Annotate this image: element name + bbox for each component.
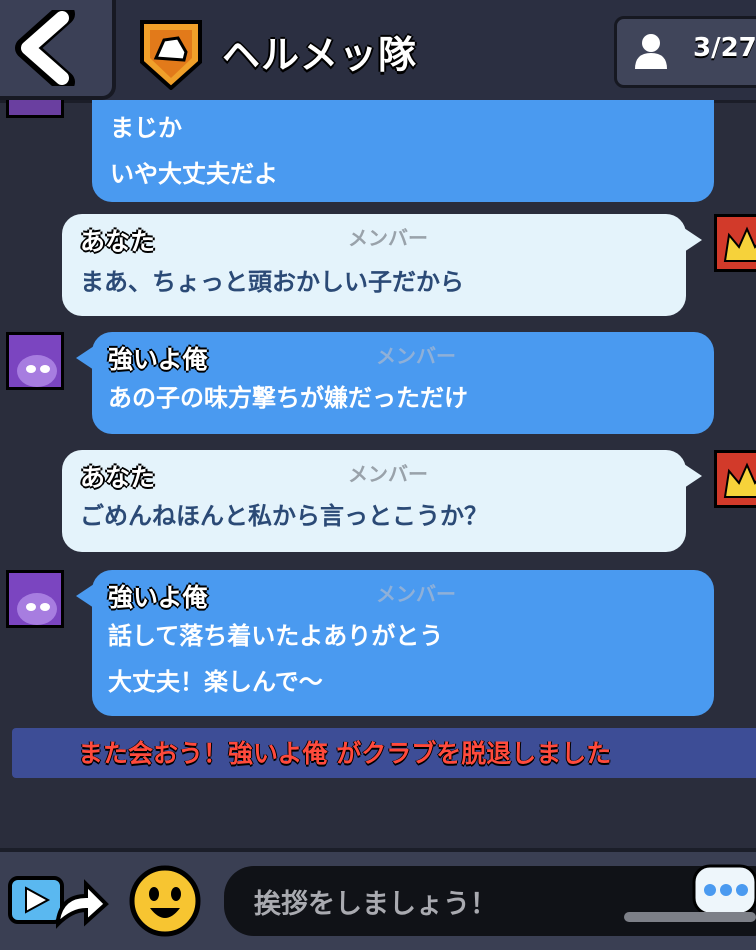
person-icon	[635, 34, 667, 69]
share-video-icon[interactable]	[6, 864, 110, 936]
chat-message: 強いよ俺 メンバー あの子の味方撃ちが嫌だっただけ	[76, 332, 714, 434]
chat-input-placeholder: 挨拶をしましょう！	[254, 889, 497, 920]
crown-icon	[717, 217, 756, 269]
chat-message: あなた メンバー ごめんねほんと私から言っとこうか？	[62, 450, 702, 552]
system-notice: また会おう！強いよ俺 がクラブを脱退しました	[12, 728, 756, 778]
chat-message: 強いよ俺 メンバー 話して落ち着いたよありがとう 大丈夫！楽しんで〜	[76, 570, 714, 716]
message-text: まあ、ちょっと頭おかしい子だから	[80, 268, 464, 296]
avatar	[6, 100, 64, 118]
avatar	[6, 570, 64, 628]
emoji-button-icon[interactable]	[128, 864, 202, 938]
message-text: ごめんねほんと私から言っとこうか？	[80, 502, 488, 530]
message-sender: 強いよ俺	[108, 583, 208, 612]
back-arrow-icon	[15, 10, 75, 86]
chat-message: あなた メンバー まあ、ちょっと頭おかしい子だから	[62, 214, 702, 316]
message-text: 大丈夫！楽しんで〜	[108, 668, 323, 696]
message-text: あの子の味方撃ちが嫌だっただけ	[108, 384, 468, 412]
message-role: メンバー	[348, 462, 428, 486]
back-button[interactable]	[0, 0, 116, 100]
avatar	[6, 332, 64, 390]
message-role: メンバー	[348, 226, 428, 250]
chat-header: ヘルメッ隊 3/27	[0, 0, 756, 103]
system-notice-text: また会おう！強いよ俺 がクラブを脱退しました	[78, 739, 612, 768]
message-role: メンバー	[376, 582, 456, 606]
message-text: 話して落ち着いたよありがとう	[108, 622, 444, 650]
member-count-button[interactable]: 3/27	[614, 16, 756, 88]
club-badge-icon	[140, 20, 202, 90]
member-count: 3/27	[693, 33, 756, 63]
home-indicator	[624, 912, 756, 922]
message-sender: あなた	[80, 227, 156, 256]
chat-input[interactable]: 挨拶をしましょう！	[224, 866, 756, 936]
chat-message: まじか いや大丈夫だよ	[92, 100, 714, 202]
chat-message-list[interactable]: まじか いや大丈夫だよ あなた メンバー まあ、ちょっと頭おかしい子だから 強い…	[0, 100, 756, 848]
message-sender: 強いよ俺	[108, 345, 208, 374]
message-text: いや大丈夫だよ	[110, 160, 278, 188]
brawler-avatar-icon	[9, 573, 61, 625]
message-text: まじか	[110, 114, 182, 142]
message-role: メンバー	[376, 344, 456, 368]
crown-icon	[717, 453, 756, 505]
avatar	[714, 450, 756, 508]
chat-input-bar: 挨拶をしましょう！	[0, 848, 756, 950]
club-name: ヘルメッ隊	[222, 33, 418, 77]
message-sender: あなた	[80, 463, 156, 492]
brawler-avatar-icon	[9, 335, 61, 387]
avatar	[714, 214, 756, 272]
